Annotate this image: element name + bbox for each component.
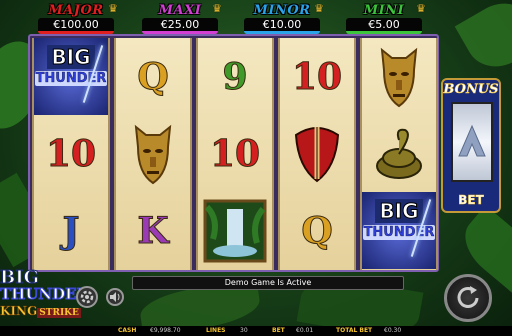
jackpot-value: €100.00 [38, 18, 114, 34]
reel-symbol [198, 192, 272, 269]
jackpot-title: MAJOR [48, 3, 104, 18]
mask-icon [134, 124, 172, 184]
crown-icon: ♛ [416, 2, 426, 15]
reel-symbol: Q [116, 38, 190, 115]
reel-symbol [362, 38, 436, 115]
reel-symbol: 10 [198, 115, 272, 192]
reel-symbol: Q [280, 192, 354, 269]
symbol-letter: Q [301, 209, 333, 252]
jackpot-value: €25.00 [142, 18, 218, 34]
gear-icon [80, 290, 94, 304]
speaker-icon [110, 292, 120, 302]
snake-icon [376, 128, 422, 179]
symbol-letter: 9 [222, 55, 248, 98]
cash-value: €9,998.70 [150, 327, 181, 334]
jackpot-value: €10.00 [244, 18, 320, 34]
reel-4: 10 Q [278, 38, 356, 270]
lines-value: 30 [240, 327, 248, 334]
bonus-reel [451, 102, 493, 182]
total-bet-value: €0.30 [384, 327, 402, 334]
jackpot-title: MINI [363, 3, 405, 18]
reel-symbol: K [116, 192, 190, 269]
reel-5: BIG THUNDER [360, 38, 438, 270]
big-thunder-symbol: BIG THUNDER [363, 198, 435, 263]
symbol-letter: Q [137, 55, 169, 98]
jackpot-title: MINOR [253, 3, 311, 18]
reel-frame: BIG THUNDER 10 J Q K 9 10 10 Q BIG THUNDER [28, 34, 439, 272]
big-text: BIG [375, 198, 423, 223]
total-bet-label: TOTAL BET [336, 327, 373, 334]
symbol-letter: 10 [291, 55, 343, 98]
logo-line-big: BIG [0, 267, 40, 288]
symbol-letter: J [62, 209, 80, 252]
waterfall-icon [203, 199, 267, 262]
crown-icon: ♛ [212, 2, 222, 15]
shield-icon [294, 126, 340, 182]
status-bar: CASH €9,998.70 LINES 30 BET €0.01 TOTAL … [0, 326, 512, 336]
bet-label: BET [272, 327, 285, 334]
thunder-text: THUNDER [35, 70, 107, 86]
jackpot-value: €5.00 [346, 18, 422, 34]
jungle-leaf [454, 0, 512, 79]
logo-line-strike: STRIKE [37, 308, 81, 318]
reel-symbol [280, 115, 354, 192]
reel-3: 9 10 [196, 38, 274, 270]
jackpot-maxi: MAXI ♛ €25.00 [138, 2, 222, 34]
big-text: BIG [47, 44, 95, 69]
spin-button[interactable] [444, 274, 492, 322]
settings-button[interactable] [76, 286, 98, 308]
message-bar: Demo Game Is Active [132, 276, 404, 290]
crown-icon: ♛ [314, 2, 324, 15]
lines-label: LINES [206, 327, 226, 334]
reel-symbol: J [34, 192, 108, 269]
jackpot-major: MAJOR ♛ €100.00 [34, 2, 118, 34]
reel-symbol: 10 [34, 115, 108, 192]
symbol-letter: K [137, 209, 169, 252]
spin-icon [457, 286, 479, 308]
symbol-letter: 10 [45, 132, 97, 175]
reel-symbol: BIG THUNDER [362, 192, 436, 269]
cash-label: CASH [118, 327, 137, 334]
bonus-bet-label: BET [458, 193, 484, 208]
reel-2: QK [114, 38, 192, 270]
mask-icon [380, 47, 418, 107]
reel-1: BIG THUNDER 10 J [32, 38, 110, 270]
reel-symbol: BIG THUNDER [34, 38, 108, 115]
reel-symbol [362, 115, 436, 192]
thunder-text: THUNDER [363, 224, 435, 240]
jackpot-title: MAXI [158, 3, 202, 18]
bonus-title: BONUS [443, 82, 499, 98]
arrow-logo-icon [458, 124, 486, 157]
bonus-panel: BONUS BET [441, 78, 501, 213]
logo-line-king: KING [0, 304, 38, 319]
jackpot-mini: MINI ♛ €5.00 [342, 2, 426, 34]
jackpot-minor: MINOR ♛ €10.00 [240, 2, 324, 34]
big-thunder-symbol: BIG THUNDER [35, 44, 107, 109]
crown-icon: ♛ [108, 2, 118, 15]
symbol-letter: 10 [209, 132, 261, 175]
sound-button[interactable] [106, 288, 124, 306]
reel-symbol: 10 [280, 38, 354, 115]
bet-value: €0.01 [296, 327, 314, 334]
reel-symbol [116, 115, 190, 192]
reel-symbol: 9 [198, 38, 272, 115]
